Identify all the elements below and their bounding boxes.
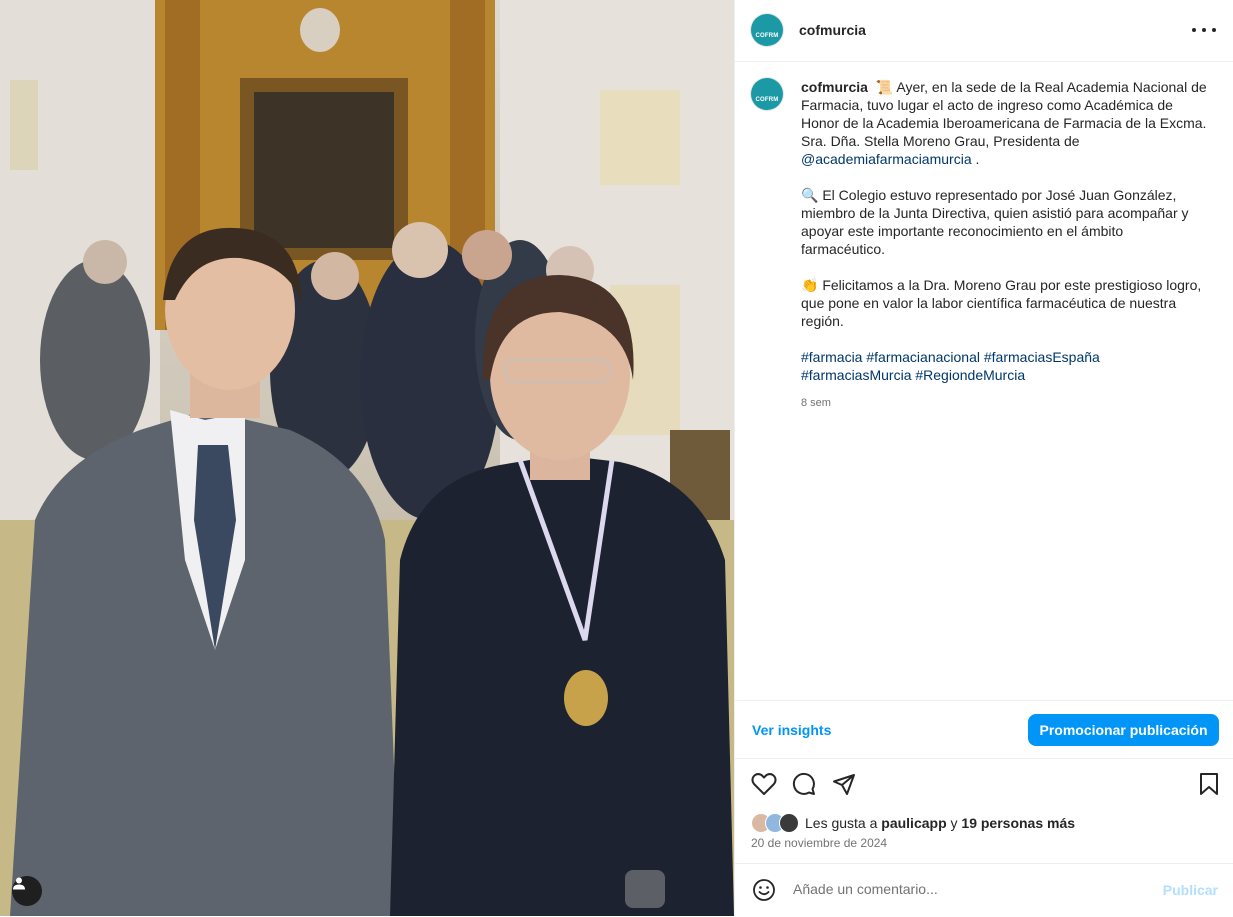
save-bookmark-icon[interactable] [1199,772,1219,796]
caption-paragraph-1-end: . [971,151,980,167]
insights-bar: Ver insights Promocionar publicación [735,700,1233,759]
likes-prefix: Les gusta a [805,815,878,831]
more-horizontal-icon [1212,28,1216,32]
liker-username[interactable]: paulicapp [881,815,946,831]
comment-bar: Publicar [735,863,1233,917]
publish-comment-button[interactable]: Publicar [1163,882,1218,898]
comment-bubble-icon[interactable] [792,772,816,796]
other-likers-link[interactable]: 19 personas más [961,815,1075,831]
account-avatar[interactable]: COFRM [751,14,783,46]
post-date[interactable]: 20 de noviembre de 2024 [751,836,887,850]
like-heart-icon[interactable] [751,772,777,796]
hashtag-link[interactable]: #RegiondeMurcia [915,367,1025,383]
photo-illustration [0,0,734,916]
hashtag-list: #farmacia #farmacianacional #farmaciasEs… [801,348,1211,384]
hashtag-link[interactable]: #farmacianacional [866,349,980,365]
mention-link[interactable]: @academiafarmaciamurcia [801,151,972,167]
scroll-emoji: 📜 [875,79,894,95]
emoji-smiley-icon[interactable] [752,878,776,902]
tagged-users-button[interactable] [12,876,42,906]
comment-input[interactable] [791,880,1155,898]
hashtag-link[interactable]: #farmaciasMurcia [801,367,911,383]
caption-avatar[interactable]: COFRM [751,78,783,110]
avatar-label: COFRM [755,97,779,103]
caption-username[interactable]: cofmurcia [801,79,868,95]
likes-connector: y [950,815,958,831]
user-icon [13,877,25,890]
more-horizontal-icon [1192,28,1196,32]
post-details-panel: COFRM cofmurcia COFRM cofmurcia 📜 Ayer, … [734,0,1233,916]
post-time-ago[interactable]: 8 sem [801,394,1211,412]
more-options-button[interactable] [1192,20,1216,40]
more-horizontal-icon [1202,28,1206,32]
view-insights-link[interactable]: Ver insights [752,722,831,738]
liker-avatar[interactable] [779,813,799,833]
liker-avatars [751,813,803,833]
account-username[interactable]: cofmurcia [799,22,866,38]
post-photo[interactable] [0,0,734,916]
post-caption: cofmurcia 📜 Ayer, en la sede de la Real … [801,78,1211,412]
promote-post-button[interactable]: Promocionar publicación [1028,714,1219,746]
share-paper-plane-icon[interactable] [832,772,856,796]
hashtag-link[interactable]: #farmaciasEspaña [984,349,1100,365]
hashtag-link[interactable]: #farmacia [801,349,862,365]
likes-summary: Les gusta a paulicapp y 19 personas más [751,812,1075,834]
caption-paragraph-3: Felicitamos a la Dra. Moreno Grau por es… [801,277,1202,329]
clapping-emoji: 👏 [801,277,819,293]
caption-paragraph-2: El Colegio estuvo representado por José … [801,187,1189,257]
magnifier-emoji: 🔍 [801,187,819,203]
avatar-label: COFRM [755,33,779,39]
post-header: COFRM cofmurcia [735,0,1233,62]
